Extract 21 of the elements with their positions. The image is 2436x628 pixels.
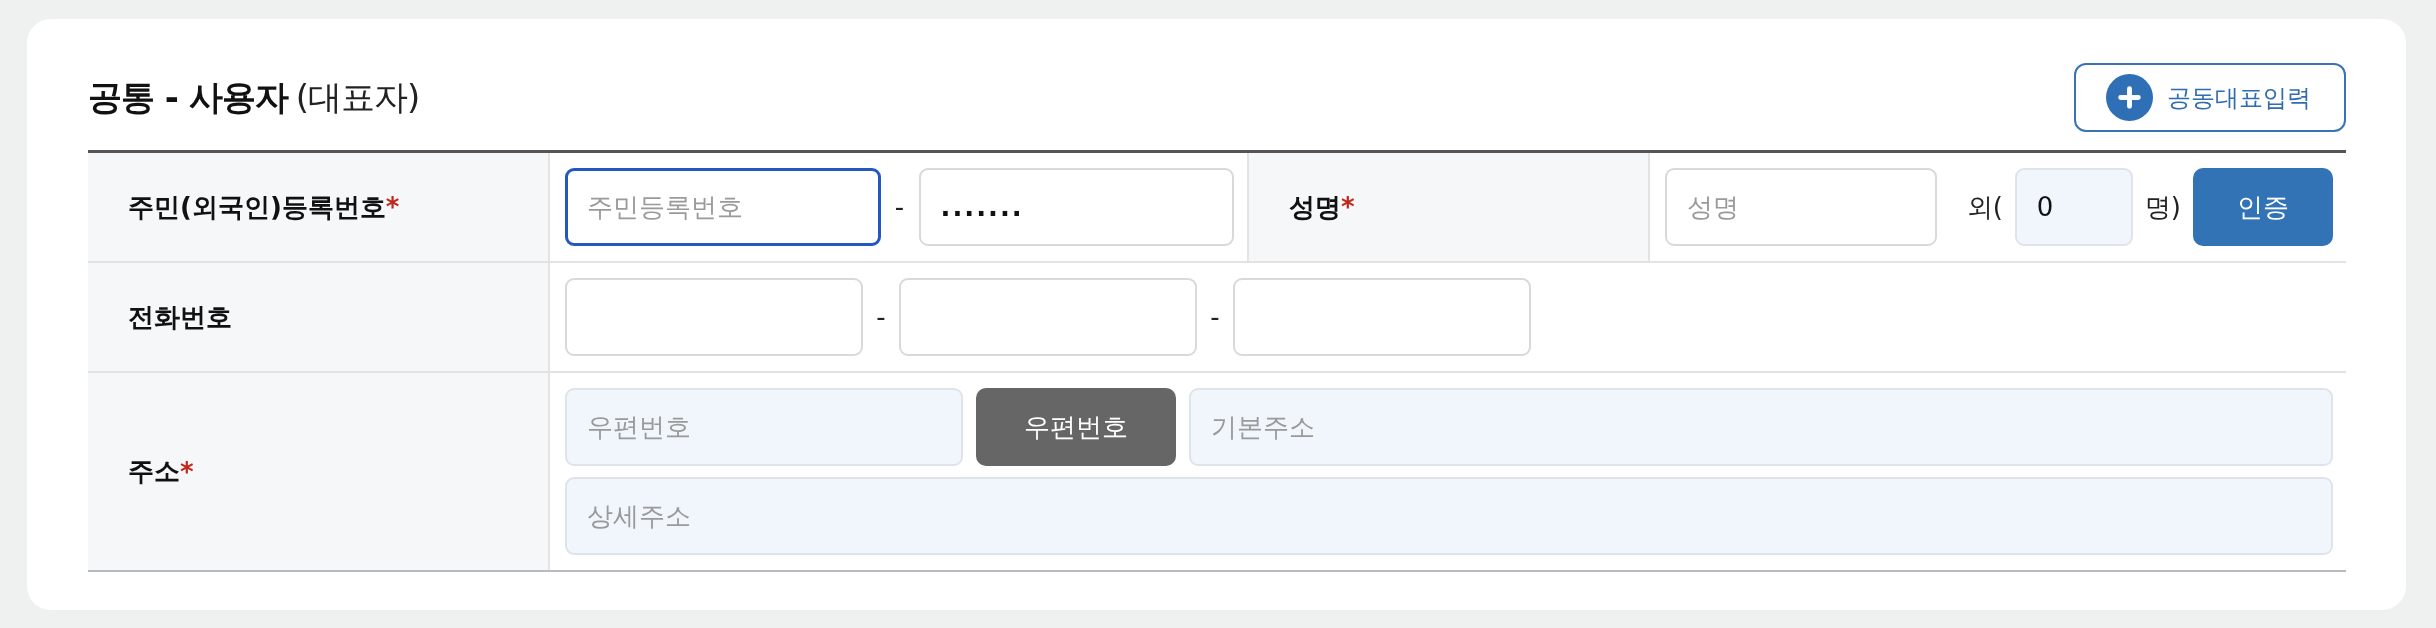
dash-separator: -: [894, 192, 905, 222]
input-field[interactable]: 0: [2014, 168, 2133, 246]
required-asterisk: *: [385, 192, 400, 222]
dash-separator: -: [1210, 302, 1220, 332]
section-subtitle: (대표자): [295, 77, 420, 118]
required-asterisk: *: [1341, 192, 1355, 222]
section-title: 공통 - 사용자: [88, 77, 288, 118]
input-field[interactable]: .......: [918, 168, 1234, 246]
field-label: 전화번호: [128, 300, 232, 334]
plus-icon: [2106, 74, 2153, 121]
required-asterisk: *: [180, 456, 194, 487]
field-label: 성명: [1289, 190, 1341, 224]
field-label: 주민(외국인)등록번호: [128, 190, 386, 224]
count-text: 명): [2144, 190, 2181, 224]
input-field[interactable]: 주민등록번호: [565, 168, 881, 246]
dash-separator: -: [876, 302, 886, 332]
postcode-search-button[interactable]: 우편번호: [976, 388, 1176, 466]
verify-button[interactable]: 인증: [2193, 168, 2333, 246]
add-joint-representative-button[interactable]: 공동대표입력: [2074, 63, 2346, 132]
count-text: 외(: [1966, 190, 2003, 224]
field-label: 주소: [128, 455, 180, 488]
